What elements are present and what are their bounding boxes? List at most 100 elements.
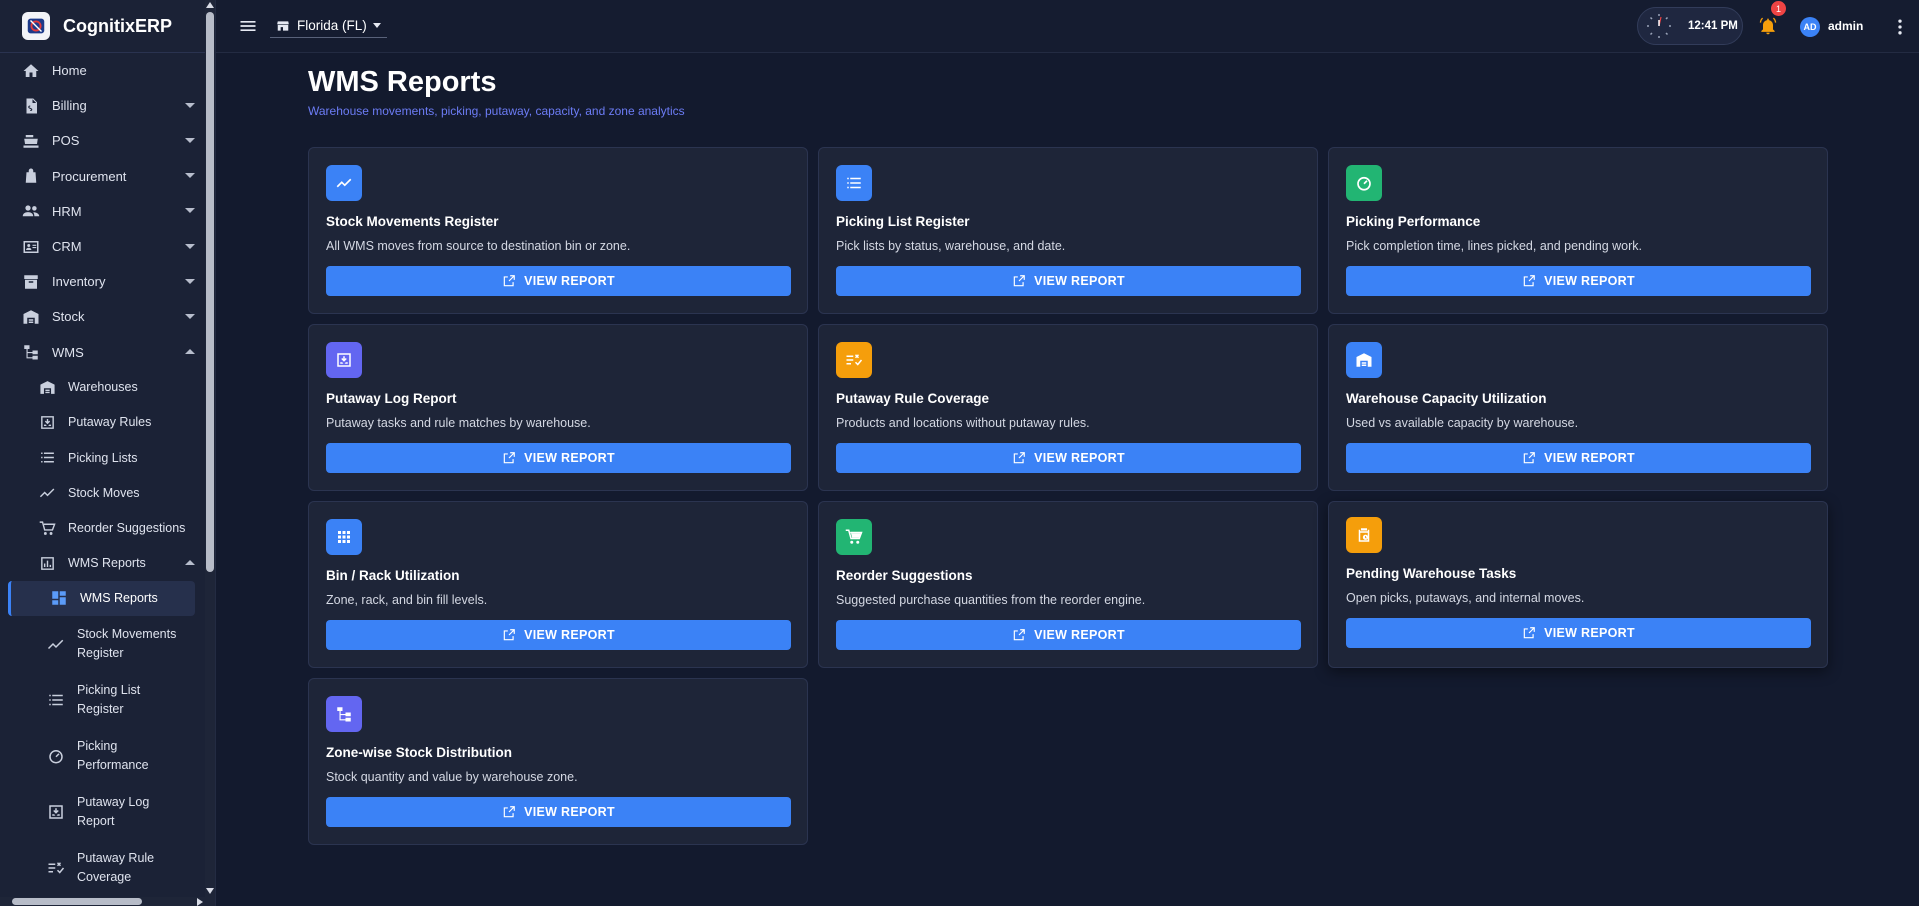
- receipt-icon: [22, 97, 40, 115]
- sidebar-item-label-line1: Picking: [77, 738, 118, 753]
- chevron-down-icon: [185, 313, 195, 319]
- scrollbar-thumb[interactable]: [206, 12, 214, 572]
- contact-card-icon: [22, 238, 40, 256]
- card-description: Pick lists by status, warehouse, and dat…: [836, 239, 1066, 253]
- sidebar-item-stock-movements-register[interactable]: Stock Movements Register: [0, 616, 205, 672]
- view-report-button[interactable]: VIEW REPORT: [1346, 443, 1811, 473]
- chevron-down-icon: [372, 23, 381, 28]
- view-report-button[interactable]: VIEW REPORT: [836, 266, 1301, 296]
- view-report-button[interactable]: VIEW REPORT: [326, 266, 791, 296]
- card-title: Stock Movements Register: [326, 214, 499, 229]
- view-report-button[interactable]: VIEW REPORT: [1346, 618, 1811, 648]
- card-description: Products and locations without putaway r…: [836, 416, 1090, 430]
- chevron-down-icon: [185, 278, 195, 284]
- report-card-picking-list-register: Picking List Register Pick lists by stat…: [818, 147, 1318, 314]
- sidebar-item-label: Billing: [52, 98, 87, 114]
- report-card-bin-rack-utilization: Bin / Rack Utilization Zone, rack, and b…: [308, 501, 808, 668]
- view-report-label: VIEW REPORT: [1034, 451, 1125, 465]
- sidebar-item-hrm[interactable]: HRM: [0, 194, 205, 229]
- card-description: Zone, rack, and bin fill levels.: [326, 593, 488, 607]
- card-title: Picking Performance: [1346, 214, 1481, 229]
- open-external-icon: [503, 452, 515, 464]
- more-vertical-icon[interactable]: [1890, 17, 1910, 37]
- trend-line-icon: [38, 484, 56, 502]
- sidebar-item-warehouses[interactable]: Warehouses: [0, 370, 205, 405]
- view-report-button[interactable]: VIEW REPORT: [326, 620, 791, 650]
- sidebar-item-putaway-log-report[interactable]: Putaway Log Report: [0, 784, 205, 840]
- sidebar-item-label: POS: [52, 133, 80, 149]
- sidebar-item-billing[interactable]: Billing: [0, 88, 205, 123]
- sidebar-item-label: WMS Reports: [68, 556, 146, 571]
- view-report-button[interactable]: VIEW REPORT: [836, 443, 1301, 473]
- list-icon: [47, 691, 65, 709]
- menu-icon[interactable]: [238, 16, 258, 36]
- sidebar-item-picking-list-register[interactable]: Picking List Register: [0, 672, 205, 728]
- scroll-right-arrow-icon[interactable]: [197, 898, 203, 906]
- sidebar-item-home[interactable]: Home: [0, 53, 205, 88]
- open-external-icon: [503, 629, 515, 641]
- open-external-icon: [503, 275, 515, 287]
- store-select-value: Florida (FL): [297, 18, 367, 33]
- report-card-warehouse-capacity-utilization: Warehouse Capacity Utilization Used vs a…: [1328, 324, 1828, 491]
- hierarchy-icon: [326, 696, 362, 732]
- cart-icon: [38, 519, 56, 537]
- horizontal-scrollbar-thumb[interactable]: [12, 898, 142, 905]
- sidebar-item-label-line2: Register: [77, 646, 124, 660]
- page-title: WMS Reports: [308, 66, 497, 98]
- sidebar-nav: Home Billing POS Procurement HRM CRM Inv…: [0, 53, 205, 899]
- sidebar-item-label-line2: Report: [77, 814, 115, 828]
- sidebar-item-label: Picking Lists: [68, 450, 138, 465]
- sidebar-item-label: Warehouses: [68, 380, 138, 395]
- sidebar-horizontal-scrollbar[interactable]: [0, 897, 205, 906]
- open-external-icon: [1523, 452, 1535, 464]
- sidebar-item-label: HRM: [52, 203, 82, 219]
- card-description: All WMS moves from source to destination…: [326, 239, 631, 253]
- report-card-zone-wise-stock-distribution: Zone-wise Stock Distribution Stock quant…: [308, 678, 808, 845]
- sidebar-item-pos[interactable]: POS: [0, 123, 205, 158]
- chevron-down-icon: [185, 208, 195, 214]
- sidebar-item-label: CRM: [52, 239, 82, 255]
- sidebar-item-label: WMS Reports: [80, 591, 158, 606]
- sidebar-scrollbar[interactable]: [205, 0, 215, 906]
- chevron-down-icon: [185, 137, 195, 143]
- sidebar-item-procurement[interactable]: Procurement: [0, 159, 205, 194]
- avatar[interactable]: AD: [1800, 17, 1820, 37]
- view-report-label: VIEW REPORT: [1034, 274, 1125, 288]
- sidebar-item-stock[interactable]: Stock: [0, 299, 205, 334]
- brand[interactable]: CognitixERP: [0, 0, 215, 53]
- view-report-button[interactable]: VIEW REPORT: [1346, 266, 1811, 296]
- bar-chart-icon: [38, 554, 56, 572]
- view-report-button[interactable]: VIEW REPORT: [326, 797, 791, 827]
- sidebar-item-reorder-suggestions[interactable]: Reorder Suggestions: [0, 510, 205, 545]
- report-card-putaway-rule-coverage: Putaway Rule Coverage Products and locat…: [818, 324, 1318, 491]
- view-report-button[interactable]: VIEW REPORT: [836, 620, 1301, 650]
- speedometer-icon: [1346, 165, 1382, 201]
- sidebar-item-picking-lists[interactable]: Picking Lists: [0, 440, 205, 475]
- sidebar: CognitixERP Home Billing POS Procurement…: [0, 0, 216, 906]
- report-card-pending-warehouse-tasks: Pending Warehouse Tasks Open picks, puta…: [1328, 501, 1828, 668]
- warehouse-icon: [1346, 342, 1382, 378]
- sidebar-item-label-line1: Putaway Rule: [77, 850, 155, 865]
- sidebar-item-wms-reports-active[interactable]: WMS Reports: [8, 580, 195, 616]
- sidebar-item-inventory[interactable]: Inventory: [0, 264, 205, 299]
- sidebar-item-wms-reports[interactable]: WMS Reports: [0, 546, 205, 581]
- view-report-button[interactable]: VIEW REPORT: [326, 443, 791, 473]
- sidebar-item-putaway-rule-coverage[interactable]: Putaway Rule Coverage: [0, 840, 205, 896]
- sidebar-item-picking-performance[interactable]: Picking Performance: [0, 728, 205, 784]
- sidebar-item-stock-moves[interactable]: Stock Moves: [0, 475, 205, 510]
- view-report-label: VIEW REPORT: [524, 451, 615, 465]
- rule-check-icon: [47, 859, 65, 877]
- sidebar-item-crm[interactable]: CRM: [0, 229, 205, 264]
- card-title: Warehouse Capacity Utilization: [1346, 391, 1547, 406]
- card-title: Zone-wise Stock Distribution: [326, 745, 513, 760]
- scroll-down-arrow-icon[interactable]: [206, 888, 214, 894]
- home-icon: [22, 62, 40, 80]
- sidebar-item-putaway-rules[interactable]: Putaway Rules: [0, 405, 205, 440]
- sidebar-item-wms[interactable]: WMS: [0, 335, 205, 370]
- clock-widget: 12:41 PM: [1637, 7, 1743, 45]
- store-select[interactable]: Florida (FL): [270, 14, 387, 38]
- bell-icon[interactable]: [1758, 16, 1778, 36]
- user-name[interactable]: admin: [1828, 19, 1863, 33]
- card-description: Pick completion time, lines picked, and …: [1346, 239, 1642, 253]
- scroll-up-arrow-icon[interactable]: [206, 2, 214, 8]
